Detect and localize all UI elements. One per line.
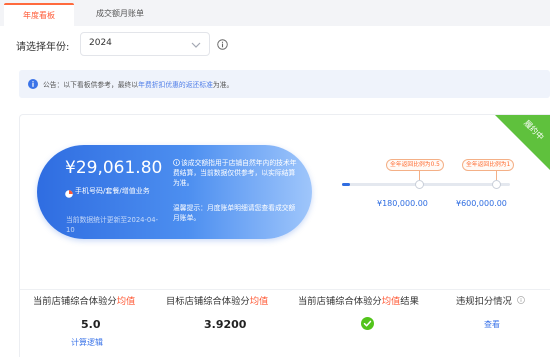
notice-link[interactable]: 年费折扣优惠的返还标准 — [138, 81, 213, 89]
goal-value-1: ¥180,000.00 — [377, 199, 428, 208]
notice-banner: 公告：以下看板供参考，最终以年费折扣优惠的返还标准为准。 — [19, 70, 550, 98]
info-icon[interactable] — [217, 39, 228, 50]
annual-summary-card: 履约中 ¥29,061.80 手机号码/套餐/增值业务 当前数据统计更新至202… — [19, 114, 550, 357]
metric-score-result: 当前店铺综合体验分均值结果 — [298, 293, 419, 333]
goal-flag-2: 全年返回比例为1 — [462, 159, 515, 171]
amount-description: 该成交额指用于店铺自然年内的技术年费结算，当前数据仅供参考，以实际结算为准。 — [173, 159, 297, 187]
year-select[interactable]: 2024 — [80, 32, 210, 56]
goal-value-2: ¥600,000.00 — [456, 199, 507, 208]
divider — [20, 289, 550, 290]
goal-flag-1: 全年返回比例为0.5 — [386, 159, 444, 171]
metric-value: 3.9200 — [204, 318, 247, 331]
metric-value: 5.0 — [81, 318, 101, 331]
metric-current-score: 当前店铺综合体验分均值 5.0 计算逻辑 — [33, 293, 135, 348]
tab-annual-dashboard[interactable]: 年度看板 — [4, 3, 74, 26]
metric-label: 违规扣分情况 — [456, 293, 525, 307]
info-filled-icon — [28, 79, 38, 89]
info-icon — [173, 159, 180, 166]
help-icon[interactable] — [516, 296, 525, 304]
chevron-down-icon — [191, 42, 201, 48]
goal-progress-bar — [342, 183, 510, 186]
year-filter-label: 请选择年份: — [16, 42, 70, 53]
year-select-value: 2024 — [89, 38, 112, 48]
goal-flag-2-stem — [496, 171, 497, 180]
monthly-bill-tip: 温馨提示：月度账单明细请您查看成交额月账单。 — [173, 204, 296, 222]
calculation-logic-link[interactable]: 计算逻辑 — [33, 337, 135, 348]
business-type: 手机号码/套餐/增值业务 — [75, 187, 150, 195]
progress-fill — [342, 183, 351, 186]
goal-marker-1 — [415, 180, 424, 189]
check-icon — [361, 317, 374, 330]
tab-monthly-bill[interactable]: 成交额月账单 — [80, 3, 160, 26]
goal-flag-1-stem — [419, 171, 420, 180]
notice-text: 公告：以下看板供参考，最终以年费折扣优惠的返还标准为准。 — [43, 81, 234, 89]
tab-bar: 年度看板 成交额月账单 — [0, 0, 550, 26]
metric-label: 当前店铺综合体验分均值 — [33, 296, 136, 307]
metric-label: 目标店铺综合体验分均值 — [166, 296, 269, 307]
transaction-amount: ¥29,061.80 — [65, 158, 163, 178]
view-violations-link[interactable]: 查看 — [456, 319, 525, 330]
amount-summary-panel: ¥29,061.80 手机号码/套餐/增值业务 当前数据统计更新至2024-04… — [37, 145, 312, 239]
update-time: 当前数据统计更新至2024-04-10 — [66, 216, 159, 234]
main-content: 请选择年份: 2024 公告：以下看板供参考，最终以年费折扣优惠的返还标准为准。… — [0, 26, 550, 357]
metric-violations: 违规扣分情况 查看 — [456, 293, 525, 330]
metric-target-score: 目标店铺综合体验分均值 3.9200 — [166, 293, 268, 331]
goal-marker-2 — [492, 180, 501, 189]
metric-label: 当前店铺综合体验分均值结果 — [298, 296, 419, 307]
